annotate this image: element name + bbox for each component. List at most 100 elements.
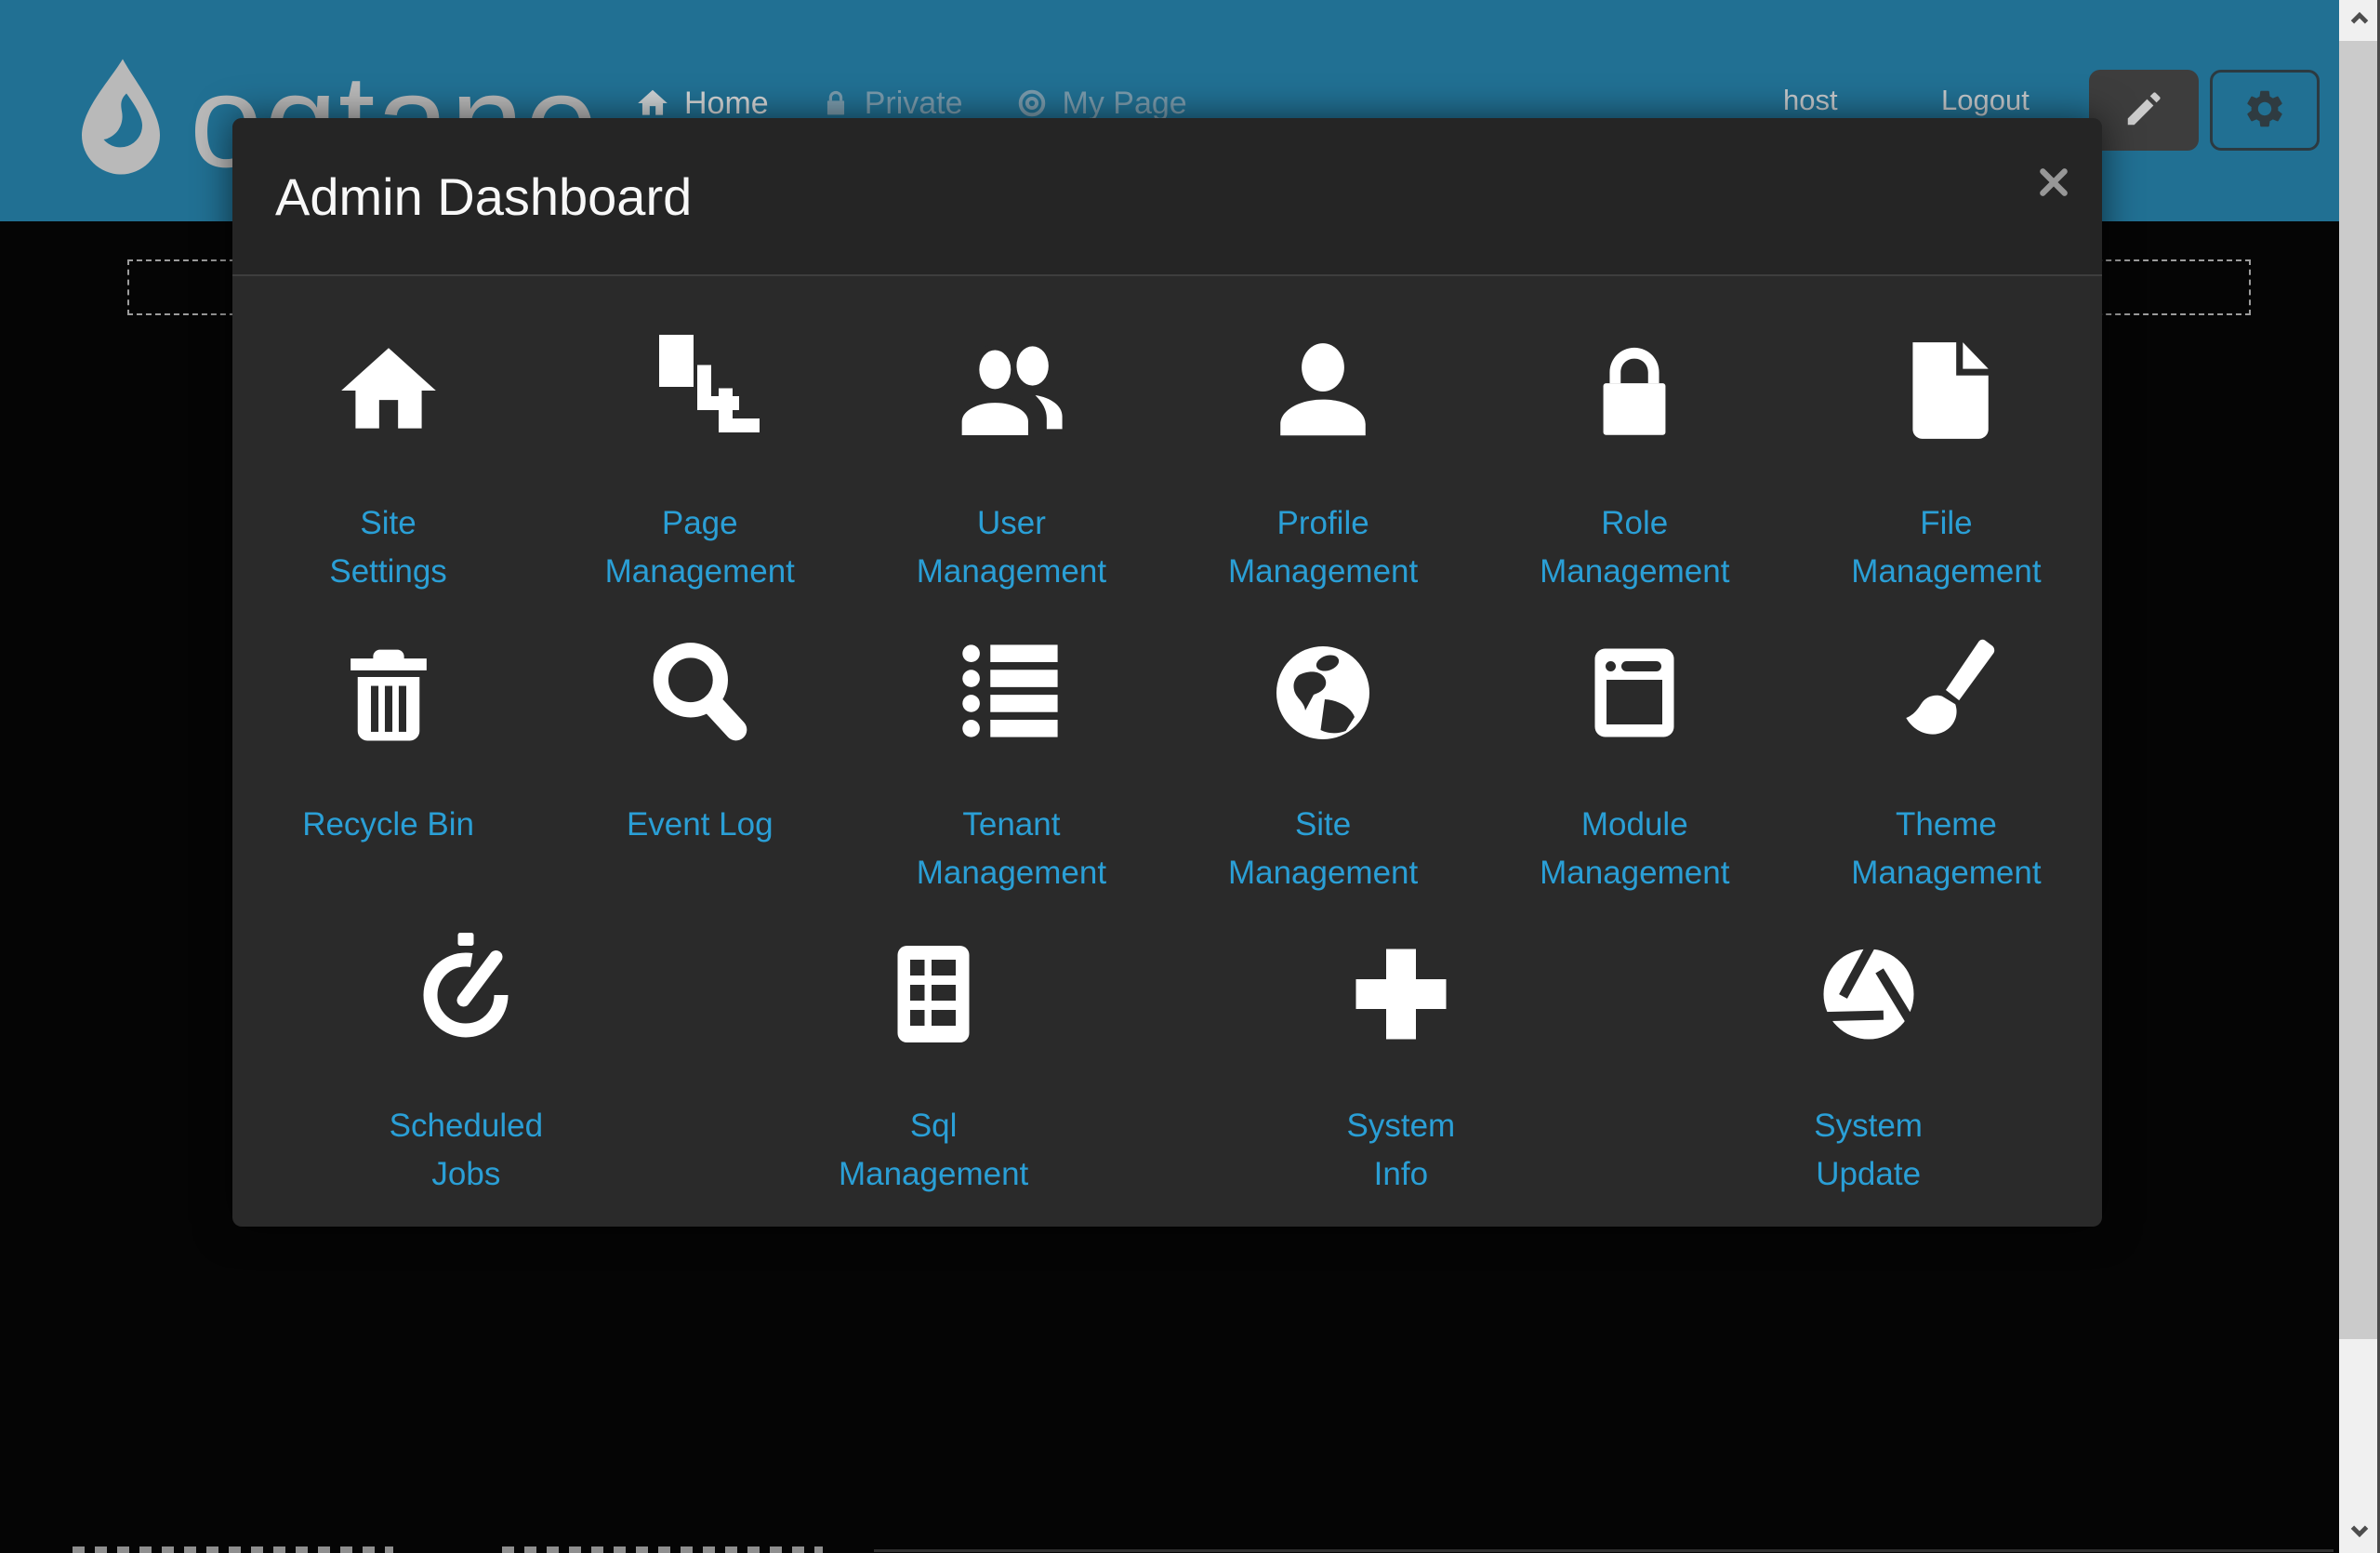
tile-tenant-management[interactable]: Tenant Management [855, 618, 1167, 897]
tile-label-line: Management [1479, 849, 1791, 897]
tile-label-line: Theme [1791, 801, 2102, 849]
tile-label: User Management [855, 499, 1167, 596]
nav-item-home[interactable]: Home [635, 86, 769, 122]
tile-system-info[interactable]: System Info [1168, 920, 1635, 1199]
tile-label: System Info [1168, 1102, 1635, 1199]
close-button[interactable] [2033, 163, 2074, 204]
trash-icon [232, 618, 544, 749]
gear-icon [2242, 86, 2287, 134]
aperture-icon [1634, 920, 2102, 1050]
scrollbar-thumb[interactable] [2339, 41, 2380, 1339]
tile-label-line: Management [1791, 849, 2102, 897]
vertical-scrollbar[interactable] [2339, 0, 2380, 1553]
pages-icon [544, 317, 855, 447]
tile-label-line: Management [544, 548, 855, 596]
tile-theme-management[interactable]: Theme Management [1791, 618, 2102, 897]
tile-label: Page Management [544, 499, 855, 596]
tile-label-line: Management [700, 1150, 1168, 1199]
file-icon [1791, 317, 2102, 447]
page-settings-button[interactable] [2210, 70, 2320, 151]
tile-label-line [232, 849, 544, 897]
tile-label-line: User [855, 499, 1167, 548]
lock-icon [1479, 317, 1791, 447]
username-link[interactable]: host [1783, 84, 1838, 117]
globe-icon [1168, 618, 1479, 749]
tile-site-management[interactable]: Site Management [1168, 618, 1479, 897]
tile-site-settings[interactable]: Site Settings [232, 317, 544, 596]
timer-icon [232, 920, 700, 1050]
tile-event-log[interactable]: Event Log [544, 618, 855, 897]
tile-label: Module Management [1479, 801, 1791, 897]
lock-icon [821, 88, 851, 118]
tile-label-line: Page [544, 499, 855, 548]
tile-label-line: Profile [1168, 499, 1479, 548]
tile-label-line: Recycle Bin [232, 801, 544, 849]
brush-icon [1791, 618, 2102, 749]
modal-body: Site Settings Page Management User Man [232, 276, 2102, 1199]
clipped-bottom-content [73, 1546, 393, 1553]
tile-user-management[interactable]: User Management [855, 317, 1167, 596]
tile-label: Profile Management [1168, 499, 1479, 596]
home-icon [232, 317, 544, 447]
tile-label: Site Settings [232, 499, 544, 596]
edit-mode-button[interactable] [2089, 70, 2199, 151]
logout-link[interactable]: Logout [1941, 84, 2030, 117]
nav-item-label: My Page [1063, 86, 1187, 122]
tile-label-line: Scheduled [232, 1102, 700, 1150]
tile-module-management[interactable]: Module Management [1479, 618, 1791, 897]
nav-item-label: Private [865, 86, 963, 122]
browser-icon [1479, 618, 1791, 749]
modal-header: Admin Dashboard [232, 118, 2102, 276]
tile-sql-management[interactable]: Sql Management [700, 920, 1168, 1199]
oqtane-drop-icon [65, 48, 177, 192]
scroll-down-button[interactable] [2339, 1512, 2380, 1553]
nav-item-label: Home [684, 86, 769, 122]
tile-label: System Update [1634, 1102, 2102, 1199]
page: oqtane Home Private My Page host Logout [0, 0, 2380, 1553]
tile-label-line: Management [1479, 548, 1791, 596]
tile-label-line: Info [1168, 1150, 1635, 1199]
tile-scheduled-jobs[interactable]: Scheduled Jobs [232, 920, 700, 1199]
close-icon [2035, 164, 2072, 204]
tile-row-1: Site Settings Page Management User Man [232, 317, 2102, 596]
list-icon [855, 618, 1167, 749]
admin-dashboard-modal: Admin Dashboard Site Settings Page [232, 118, 2102, 1227]
tile-label-line: Tenant [855, 801, 1167, 849]
tile-label: Scheduled Jobs [232, 1102, 700, 1199]
tile-recycle-bin[interactable]: Recycle Bin [232, 618, 544, 897]
scroll-up-button[interactable] [2339, 0, 2380, 41]
nav-item-my-page[interactable]: My Page [1015, 86, 1187, 122]
tile-label: Tenant Management [855, 801, 1167, 897]
tile-label-line: Management [1168, 548, 1479, 596]
tile-system-update[interactable]: System Update [1634, 920, 2102, 1199]
target-icon [1015, 86, 1049, 120]
nav-item-private[interactable]: Private [821, 86, 963, 122]
tile-role-management[interactable]: Role Management [1479, 317, 1791, 596]
tile-label-line: Site [232, 499, 544, 548]
tile-label-line: Management [1791, 548, 2102, 596]
tile-row-2: Recycle Bin Event Log Tenant Managem [232, 618, 2102, 897]
tile-row-3: Scheduled Jobs Sql Management System I [232, 920, 2102, 1199]
tile-label-line: Jobs [232, 1150, 700, 1199]
people-icon [855, 317, 1167, 447]
tile-label: File Management [1791, 499, 2102, 596]
tile-label: Event Log [544, 801, 855, 897]
tile-label: Sql Management [700, 1102, 1168, 1199]
medical-cross-icon [1168, 920, 1635, 1050]
tile-page-management[interactable]: Page Management [544, 317, 855, 596]
tile-profile-management[interactable]: Profile Management [1168, 317, 1479, 596]
tile-label-line: System [1634, 1102, 2102, 1150]
person-icon [1168, 317, 1479, 447]
modal-title: Admin Dashboard [275, 166, 692, 227]
tile-file-management[interactable]: File Management [1791, 317, 2102, 596]
tile-label-line: Event Log [544, 801, 855, 849]
magnifier-icon [544, 618, 855, 749]
home-icon [635, 86, 670, 121]
tile-label-line: Site [1168, 801, 1479, 849]
tile-label-line: Role [1479, 499, 1791, 548]
tile-label-line: Sql [700, 1102, 1168, 1150]
tile-label-line: Settings [232, 548, 544, 596]
chevron-up-icon [2347, 7, 2372, 35]
pencil-icon [2122, 87, 2165, 133]
tile-label: Theme Management [1791, 801, 2102, 897]
